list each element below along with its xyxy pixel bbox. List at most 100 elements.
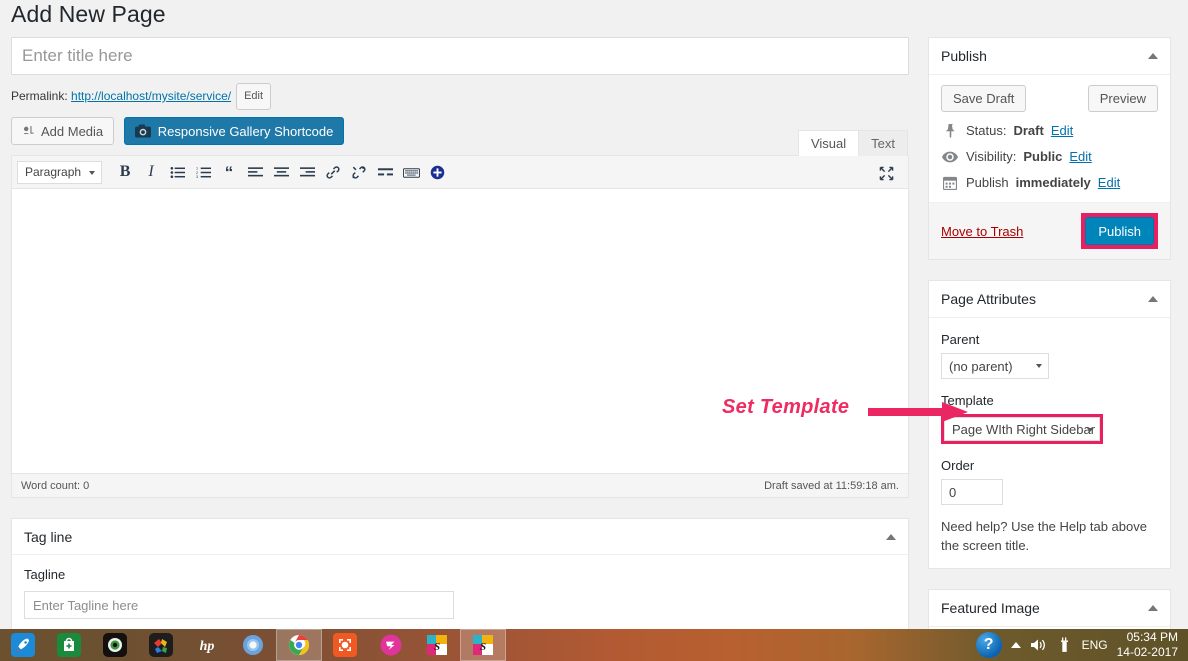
italic-icon[interactable]: I: [139, 160, 163, 184]
eye-icon: [941, 151, 959, 163]
draft-saved-status: Draft saved at 11:59:18 am.: [764, 479, 899, 492]
publish-button[interactable]: Publish: [1085, 217, 1154, 245]
clock-time: 05:34 PM: [1126, 630, 1178, 644]
taskbar-clock[interactable]: 05:34 PM 14-02-2017: [1117, 630, 1182, 660]
template-select-value: Page WIth Right Sidebar: [952, 421, 1096, 437]
add-media-label: Add Media: [41, 123, 104, 139]
show-hidden-icons-arrow[interactable]: [1010, 642, 1021, 648]
puzzle-app-icon[interactable]: [138, 629, 184, 661]
template-label: Template: [941, 393, 994, 408]
pink-app-icon[interactable]: [368, 629, 414, 661]
preview-button[interactable]: Preview: [1087, 85, 1158, 112]
unlink-icon[interactable]: [347, 160, 371, 184]
publish-button-highlight: Publish: [1081, 213, 1158, 249]
blockquote-icon[interactable]: “: [217, 160, 241, 184]
order-label: Order: [941, 458, 975, 473]
battery-icon[interactable]: [1057, 637, 1073, 653]
parent-select[interactable]: (no parent): [941, 353, 1049, 379]
chevron-down-icon: [1087, 428, 1093, 432]
shortcode-label: Responsive Gallery Shortcode: [157, 123, 334, 139]
permalink-row: Permalink: http://localhost/mysite/servi…: [11, 83, 909, 110]
publish-minor-actions: Save Draft Preview: [941, 85, 1158, 112]
volume-icon[interactable]: [1030, 637, 1048, 653]
post-title-input[interactable]: [11, 37, 909, 75]
svg-text:S: S: [434, 641, 440, 653]
parent-select-value: (no parent): [949, 358, 1013, 374]
distraction-free-icon[interactable]: [874, 161, 898, 185]
insert-link-icon[interactable]: [321, 160, 345, 184]
system-tray: ? ENG 05:34 PM 14-02-2017: [975, 629, 1188, 661]
tagline-metabox-title: Tag line: [24, 528, 73, 545]
chromium-browser-icon[interactable]: [230, 629, 276, 661]
tab-visual[interactable]: Visual: [797, 130, 860, 156]
orange-capture-app-icon[interactable]: [322, 629, 368, 661]
page-attributes-body: Parent (no parent) Template Page WIth Ri…: [929, 318, 1170, 568]
schedule-label: Publish: [966, 175, 1009, 190]
publish-box-header[interactable]: Publish: [929, 38, 1170, 75]
align-center-icon[interactable]: [269, 160, 293, 184]
bulleted-list-icon[interactable]: [165, 160, 189, 184]
chevron-up-icon[interactable]: [1148, 604, 1158, 611]
editor-status-bar: Word count: 0 Draft saved at 11:59:18 am…: [12, 473, 908, 497]
word-count: Word count: 0: [21, 479, 90, 492]
add-media-button[interactable]: Add Media: [11, 117, 115, 145]
edit-schedule-link[interactable]: Edit: [1098, 175, 1120, 190]
template-select[interactable]: Page WIth Right Sidebar: [944, 417, 1100, 441]
order-input[interactable]: [941, 479, 1003, 505]
tagline-input[interactable]: [24, 591, 454, 619]
read-more-icon[interactable]: [373, 160, 397, 184]
wordpress-add-new-page-screen: Add New Page Permalink: http://localhost…: [0, 0, 1188, 661]
edit-visibility-link[interactable]: Edit: [1069, 149, 1091, 164]
toolbar-toggle-icon[interactable]: [425, 160, 449, 184]
question-help-icon[interactable]: ?: [975, 632, 1002, 658]
edit-status-link[interactable]: Edit: [1051, 123, 1073, 138]
permalink-label: Permalink:: [11, 89, 68, 103]
align-right-icon[interactable]: [295, 160, 319, 184]
visibility-label: Visibility:: [966, 149, 1017, 164]
add-media-icon: [22, 124, 36, 138]
webcam-app-icon[interactable]: [92, 629, 138, 661]
responsive-gallery-shortcode-button[interactable]: Responsive Gallery Shortcode: [123, 117, 345, 145]
align-left-icon[interactable]: [243, 160, 267, 184]
chevron-up-icon[interactable]: [1148, 53, 1158, 59]
tagline-metabox: Tag line Tagline: [11, 518, 909, 636]
tagline-metabox-header[interactable]: Tag line: [12, 519, 908, 555]
bold-icon[interactable]: B: [113, 160, 137, 184]
publish-major-actions: Move to Trash Publish: [929, 202, 1170, 259]
keyboard-shortcuts-icon[interactable]: [399, 160, 423, 184]
media-buttons-row: Add Media Responsive Gallery Shortcode: [11, 117, 909, 145]
save-draft-button[interactable]: Save Draft: [941, 85, 1027, 112]
status-label: Status:: [966, 123, 1007, 138]
parent-label: Parent: [941, 332, 980, 347]
numbered-list-icon[interactable]: 1 2 3: [191, 160, 215, 184]
tagline-metabox-body: Tagline: [12, 555, 908, 635]
editor-content-area[interactable]: [12, 189, 908, 473]
move-to-trash-link[interactable]: Move to Trash: [941, 224, 1023, 239]
edit-permalink-button[interactable]: Edit: [236, 83, 272, 110]
chevron-up-icon[interactable]: [1148, 296, 1158, 302]
editor-mode-tabs: Visual Text: [797, 128, 908, 156]
publish-box: Publish Save Draft Preview Status: Draft: [928, 37, 1171, 260]
svg-text:hp: hp: [200, 639, 215, 654]
tagline-field-label: Tagline: [24, 567, 66, 582]
windows-taskbar: hp S S ? ENG 05:34 PM 14-02-2017: [0, 629, 1188, 661]
rocket-app-icon[interactable]: [0, 629, 46, 661]
chevron-up-icon[interactable]: [886, 533, 896, 540]
featured-image-header[interactable]: Featured Image: [929, 590, 1170, 627]
permalink-url-link[interactable]: http://localhost/mysite/service/: [71, 89, 231, 103]
tab-text[interactable]: Text: [858, 130, 908, 156]
paragraph-format-select[interactable]: Paragraph: [17, 160, 103, 184]
chrome-browser-icon[interactable]: [276, 629, 322, 661]
svg-text:3: 3: [196, 175, 198, 179]
template-select-highlight: Page WIth Right Sidebar: [941, 414, 1103, 444]
post-visibility-row: Visibility: Public Edit: [941, 149, 1158, 164]
sublime-text-icon[interactable]: S: [414, 629, 460, 661]
hp-app-icon[interactable]: hp: [184, 629, 230, 661]
windows-store-icon[interactable]: [46, 629, 92, 661]
editor-container: Visual Text Paragraph B I 1 2 3 “ Word c…: [11, 130, 909, 498]
language-indicator[interactable]: ENG: [1082, 638, 1108, 652]
sublime-text-window-icon[interactable]: S: [460, 629, 506, 661]
page-attributes-header[interactable]: Page Attributes: [929, 281, 1170, 318]
chevron-down-icon: [89, 170, 96, 175]
schedule-value: immediately: [1015, 175, 1091, 190]
